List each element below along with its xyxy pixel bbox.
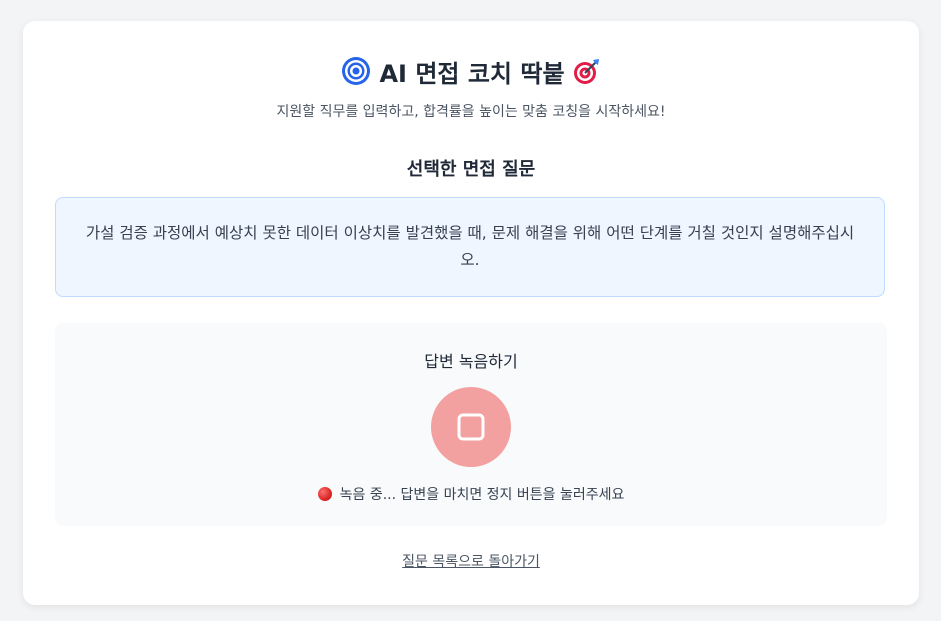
title-row: AI 면접 코치 딱붙 [23, 53, 919, 89]
subtitle: 지원할 직무를 입력하고, 합격률을 높이는 맞춤 코칭을 시작하세요! [276, 104, 666, 120]
record-panel: 답변 녹음하기 녹음 중... 답변을 마치면 정지 버튼을 눌러주세요 [55, 323, 887, 526]
section-title: 선택한 면접 질문 [406, 159, 536, 180]
target-icon [342, 57, 371, 85]
dart-icon [573, 59, 599, 84]
back-link-container: 질문 목록으로 돌아가기 [23, 551, 919, 571]
page-title: AI 면접 코치 딱붙 [379, 59, 565, 88]
question-text: 가설 검증 과정에서 예상치 못한 데이터 이상치를 발견했을 때, 문제 해결… [85, 224, 855, 269]
back-to-questions-link[interactable]: 질문 목록으로 돌아가기 [402, 554, 540, 570]
main-card: AI 면접 코치 딱붙 지원할 직무를 입력하고, 합격률을 높이는 맞춤 코칭… [23, 21, 919, 605]
stop-recording-button[interactable] [431, 387, 511, 467]
status-text: 녹음 중... 답변을 마치면 정지 버튼을 눌러주세요 [339, 487, 625, 503]
recording-status: 녹음 중... 답변을 마치면 정지 버튼을 눌러주세요 [55, 484, 887, 504]
red-circle-icon [317, 487, 332, 501]
stop-icon [457, 413, 485, 441]
record-title: 답변 녹음하기 [424, 352, 518, 371]
question-box: 가설 검증 과정에서 예상치 못한 데이터 이상치를 발견했을 때, 문제 해결… [55, 197, 885, 297]
